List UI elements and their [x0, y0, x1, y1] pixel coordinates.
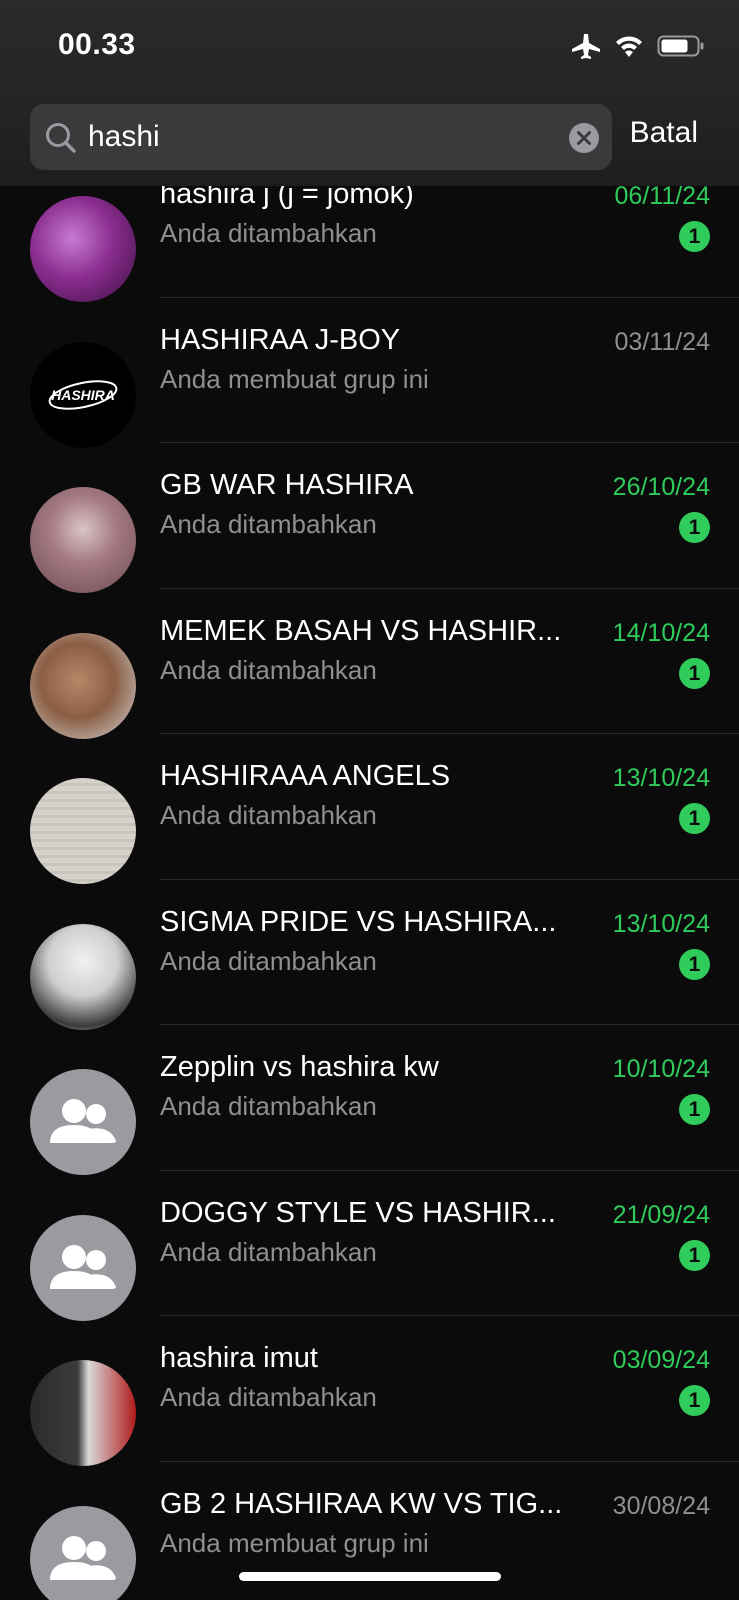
avatar — [30, 923, 136, 1030]
avatar — [30, 196, 136, 302]
chat-row[interactable]: DOGGY STYLE VS HASHIR... Anda ditambahka… — [0, 1171, 739, 1321]
chat-date: 26/10/24 — [612, 473, 710, 501]
chat-date: 13/10/24 — [612, 764, 710, 792]
chat-date: 21/09/24 — [612, 1200, 710, 1229]
unread-badge: 1 — [679, 1094, 710, 1125]
avatar — [30, 1505, 136, 1600]
chat-list: hashira j (j = jomok) Anda ditambahkan 0… — [0, 152, 739, 1600]
clear-search-icon[interactable] — [568, 122, 600, 154]
avatar — [30, 1360, 136, 1466]
search-box[interactable] — [30, 104, 612, 170]
chat-subtitle: Anda ditambahkan — [160, 1236, 377, 1267]
cancel-button[interactable]: Batal — [630, 116, 698, 150]
chat-date: 30/08/24 — [612, 1491, 710, 1520]
chat-name: DOGGY STYLE VS HASHIR... — [160, 1196, 556, 1229]
home-indicator[interactable] — [239, 1572, 501, 1581]
chat-row[interactable]: HASHIRA HASHIRAA J-BOY Anda membuat grup… — [0, 298, 739, 448]
chat-row[interactable]: GB WAR HASHIRA Anda ditambahkan 26/10/24… — [0, 443, 739, 593]
chat-row[interactable]: MEMEK BASAH VS HASHIR... Anda ditambahka… — [0, 589, 739, 739]
avatar — [30, 632, 136, 739]
header: 00.33 hashi Batal — [0, 0, 739, 186]
chat-name: SIGMA PRIDE VS HASHIRA... — [160, 905, 557, 938]
chat-row[interactable]: Zepplin vs hashira kw Anda ditambahkan 1… — [0, 1025, 739, 1175]
chat-subtitle: Anda ditambahkan — [160, 800, 377, 830]
search-icon — [46, 123, 76, 153]
chat-date: 03/11/24 — [614, 327, 710, 356]
chat-row[interactable]: hashira imut Anda ditambahkan 03/09/24 1 — [0, 1316, 739, 1466]
avatar — [30, 1069, 136, 1175]
hashira-logo-icon: HASHIRA — [48, 379, 118, 410]
chat-date: 03/09/24 — [612, 1346, 710, 1374]
chat-subtitle: Anda ditambahkan — [160, 1382, 377, 1412]
svg-text:HASHIRA: HASHIRA — [51, 387, 115, 403]
unread-badge: 1 — [679, 1239, 710, 1271]
avatar — [30, 487, 136, 593]
wifi-icon — [616, 36, 642, 57]
screen: hashira j (j = jomok) Anda ditambahkan 0… — [0, 0, 739, 1600]
chat-subtitle: Anda membuat grup ini — [160, 363, 429, 394]
group-icon — [50, 1535, 116, 1580]
avatar: HASHIRA — [30, 341, 136, 448]
unread-badge: 1 — [679, 803, 710, 834]
unread-badge: 1 — [679, 657, 710, 689]
chat-name: GB 2 HASHIRAA KW VS TIG... — [160, 1487, 563, 1520]
chat-row[interactable]: HASHIRAAA ANGELS Anda ditambahkan 13/10/… — [0, 734, 739, 884]
chat-subtitle: Anda ditambahkan — [160, 509, 377, 539]
chat-subtitle: Anda ditambahkan — [160, 945, 377, 976]
chat-name: GB WAR HASHIRA — [160, 469, 414, 501]
unread-badge: 1 — [679, 221, 710, 252]
status-icons — [571, 32, 705, 60]
unread-badge: 1 — [679, 1385, 710, 1416]
chat-date: 06/11/24 — [614, 182, 710, 210]
status-time: 00.33 — [58, 28, 136, 61]
chat-name: MEMEK BASAH VS HASHIR... — [160, 614, 562, 647]
chat-name: Zepplin vs hashira kw — [160, 1051, 439, 1083]
battery-icon — [657, 35, 704, 57]
chat-subtitle: Anda ditambahkan — [160, 218, 377, 248]
avatar — [30, 778, 136, 884]
search-row: Batal — [30, 104, 710, 170]
chat-name: HASHIRAAA ANGELS — [160, 760, 451, 792]
group-icon — [50, 1099, 116, 1143]
chat-date: 10/10/24 — [612, 1055, 710, 1083]
chat-row[interactable]: SIGMA PRIDE VS HASHIRA... Anda ditambahk… — [0, 880, 739, 1030]
unread-badge: 1 — [679, 512, 710, 543]
group-icon — [50, 1244, 116, 1289]
avatar — [30, 1214, 136, 1321]
chat-subtitle: Anda ditambahkan — [160, 654, 377, 685]
chat-name: HASHIRAA J-BOY — [160, 323, 401, 356]
chat-date: 13/10/24 — [612, 909, 710, 938]
search-input[interactable] — [88, 104, 528, 170]
chat-subtitle: Anda membuat grup ini — [160, 1527, 429, 1558]
chat-name: hashira imut — [160, 1342, 318, 1374]
chat-subtitle: Anda ditambahkan — [160, 1091, 377, 1121]
chat-date: 14/10/24 — [612, 618, 710, 647]
unread-badge: 1 — [679, 948, 710, 980]
airplane-icon — [572, 34, 600, 59]
